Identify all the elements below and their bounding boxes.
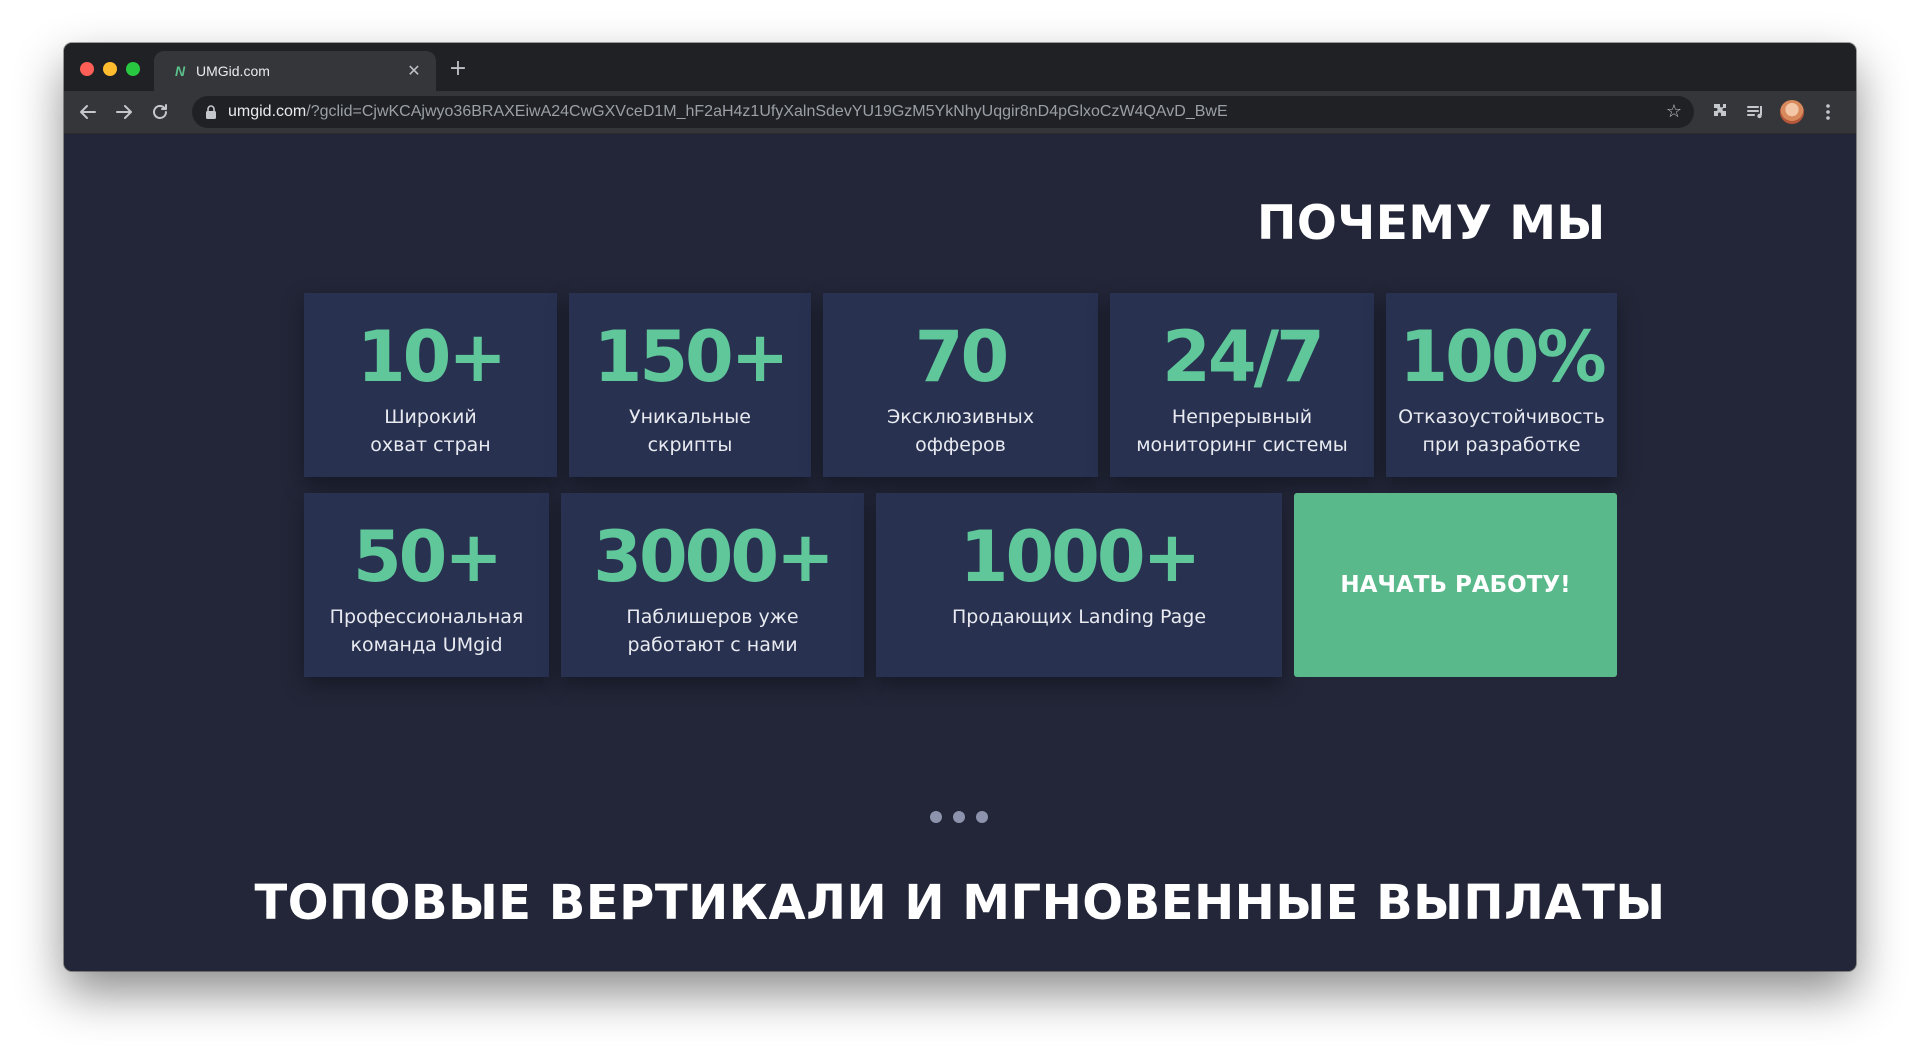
stat-label: Паблишеров уже работают с нами	[561, 603, 864, 659]
stat-label-line: Паблишеров уже	[626, 606, 799, 628]
url-path: /?gclid=CjwKCAjwyo36BRAXEiwA24CwGXVceD1M…	[306, 103, 1228, 120]
stat-card-countries: 10+ Широкий охват стран	[304, 293, 557, 477]
stat-label: Продающих Landing Page	[876, 603, 1282, 631]
stat-label-line: команда UMgid	[350, 634, 503, 656]
url-text[interactable]: umgid.com/?gclid=CjwKCAjwyo36BRAXEiwA24C…	[228, 103, 1228, 121]
tab-strip: N UMGid.com ✕ +	[64, 43, 1856, 91]
stat-card-monitoring: 24/7 Непрерывный мониторинг системы	[1110, 293, 1374, 477]
stat-label-line: Эксклюзивных	[886, 406, 1035, 428]
stat-label-line: Непрерывный	[1171, 406, 1313, 428]
stat-label-line: Уникальные	[629, 406, 751, 428]
stat-value: 24/7	[1162, 316, 1325, 398]
reload-button[interactable]	[148, 100, 172, 124]
carousel-dot[interactable]	[953, 811, 965, 823]
new-tab-button[interactable]: +	[446, 57, 470, 81]
back-button[interactable]	[76, 100, 100, 124]
stat-label-line: Отказоустойчивость	[1398, 406, 1605, 428]
forward-button[interactable]	[112, 100, 136, 124]
stat-card-reliability: 100% Отказоустойчивость при разработке	[1386, 293, 1617, 477]
browser-window: N UMGid.com ✕ + umgid.com/?gclid=CjwKCAj…	[64, 43, 1856, 971]
close-window-button[interactable]	[80, 62, 94, 76]
browser-tab[interactable]: N UMGid.com ✕	[154, 51, 436, 91]
address-bar[interactable]: umgid.com/?gclid=CjwKCAjwyo36BRAXEiwA24C…	[192, 96, 1694, 128]
start-work-button[interactable]: НАЧАТЬ РАБОТУ!	[1294, 493, 1617, 677]
stat-label-line: мониторинг системы	[1136, 434, 1348, 456]
umgid-favicon-icon: N	[174, 63, 186, 79]
stat-value: 10+	[356, 316, 507, 398]
bookmark-star-icon[interactable]: ☆	[1664, 102, 1684, 122]
stat-label: Профессиональная команда UMgid	[304, 603, 549, 659]
stat-label-line: охват стран	[370, 434, 491, 456]
stat-card-team: 50+ Профессиональная команда UMgid	[304, 493, 549, 677]
stat-label: Эксклюзивных офферов	[823, 403, 1098, 459]
extensions-puzzle-icon[interactable]	[1708, 100, 1732, 124]
stat-label-line: Профессиональная	[329, 606, 524, 628]
stat-value: 150+	[593, 316, 790, 398]
stat-label: Широкий охват стран	[304, 403, 557, 459]
close-tab-icon[interactable]: ✕	[404, 61, 424, 81]
why-us-heading: ПОЧЕМУ МЫ	[1257, 196, 1606, 251]
verticals-heading: ТОПОВЫЕ ВЕРТИКАЛИ И МГНОВЕННЫЕ ВЫПЛАТЫ	[254, 875, 1666, 931]
stat-label-line: скрипты	[647, 434, 733, 456]
stat-label: Непрерывный мониторинг системы	[1110, 403, 1374, 459]
browser-toolbar: umgid.com/?gclid=CjwKCAjwyo36BRAXEiwA24C…	[64, 91, 1856, 134]
stat-value: 100%	[1399, 316, 1606, 398]
tab-title: UMGid.com	[196, 63, 270, 79]
page-content: ПОЧЕМУ МЫ 10+ Широкий охват стран 150+ У…	[64, 134, 1856, 971]
stat-label: Отказоустойчивость при разработке	[1386, 403, 1617, 459]
zoom-window-button[interactable]	[126, 62, 140, 76]
stat-label: Уникальные скрипты	[569, 403, 811, 459]
back-arrow-icon	[80, 105, 96, 119]
minimize-window-button[interactable]	[103, 62, 117, 76]
stat-label-line: Продающих Landing Page	[951, 606, 1207, 628]
url-host: umgid.com	[228, 103, 307, 120]
lock-icon	[206, 105, 216, 119]
media-queue-icon[interactable]	[1744, 100, 1768, 124]
stat-value: 70	[914, 316, 1009, 398]
stat-value: 50+	[352, 516, 503, 598]
stat-value: 1000+	[959, 516, 1201, 598]
carousel-dot[interactable]	[930, 811, 942, 823]
stat-label-line: при разработке	[1422, 434, 1581, 456]
forward-arrow-icon	[116, 105, 132, 119]
stat-value: 3000+	[593, 516, 834, 598]
more-menu-icon[interactable]	[1816, 100, 1840, 124]
stat-label-line: Широкий	[384, 406, 477, 428]
carousel-dots	[930, 811, 990, 823]
stat-label-line: работают с нами	[627, 634, 798, 656]
stat-card-scripts: 150+ Уникальные скрипты	[569, 293, 811, 477]
stat-card-landing-pages: 1000+ Продающих Landing Page	[876, 493, 1282, 677]
stat-card-publishers: 3000+ Паблишеров уже работают с нами	[561, 493, 864, 677]
carousel-dot[interactable]	[976, 811, 988, 823]
stat-card-offers: 70 Эксклюзивных офферов	[823, 293, 1098, 477]
profile-avatar[interactable]	[1780, 100, 1804, 124]
reload-icon	[153, 104, 167, 119]
stat-label-line: офферов	[915, 434, 1006, 456]
